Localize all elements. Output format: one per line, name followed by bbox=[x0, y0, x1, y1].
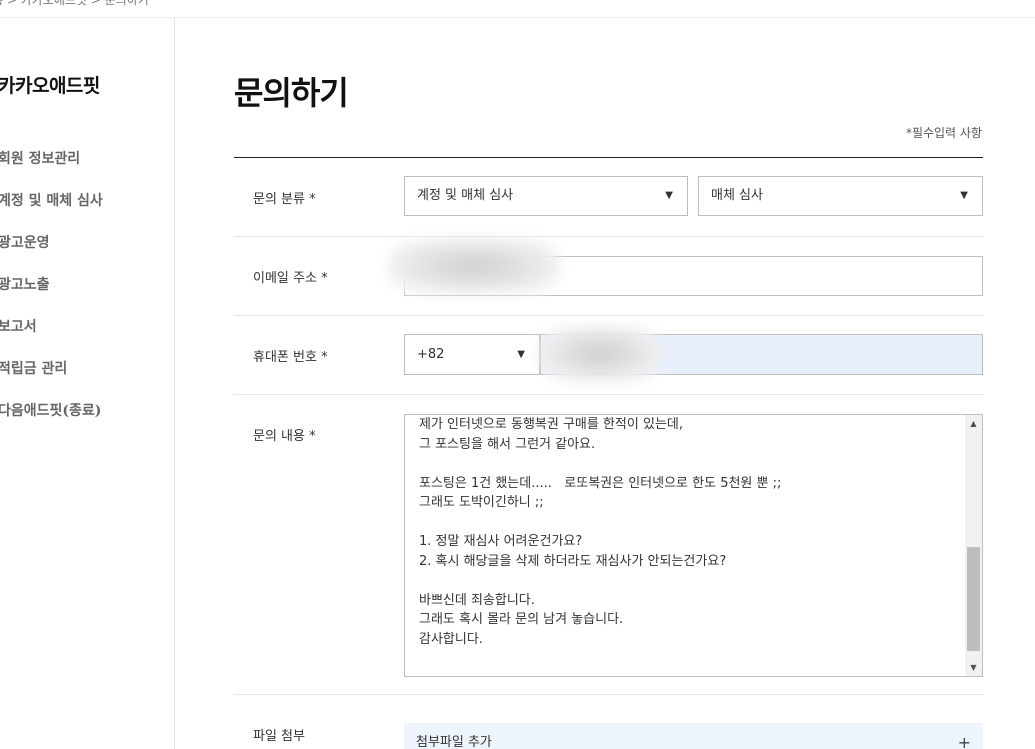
sidebar: 카카오애드핏 회원 정보관리 계정 및 매체 심사 광고운영 광고노출 보고서 … bbox=[0, 18, 175, 749]
category-secondary-value: 매체 심사 bbox=[711, 188, 763, 203]
breadcrumb: 홈 > 카카오애드핏 > 문의하기 bbox=[0, 0, 149, 7]
attachment-label: 파일 첨부 bbox=[253, 729, 305, 744]
row-divider bbox=[234, 394, 983, 395]
top-breadcrumb-bar: 홈 > 카카오애드핏 > 문의하기 bbox=[0, 0, 1035, 18]
sidebar-item-points[interactable]: 적립금 관리 bbox=[0, 358, 103, 400]
country-code-value: +82 bbox=[417, 347, 445, 362]
phone-label: 휴대폰 번호 * bbox=[253, 350, 328, 365]
sidebar-item-ad-operation[interactable]: 광고운영 bbox=[0, 232, 103, 274]
sidebar-item-account-review[interactable]: 계정 및 매체 심사 bbox=[0, 190, 103, 232]
caret-down-icon: ▼ bbox=[665, 190, 673, 201]
inquiry-textarea[interactable]: 제가 인터넷으로 동행복권 구매를 한적이 있는데, 그 포스팅을 해서 그런거… bbox=[404, 414, 983, 677]
triangle-up-icon[interactable]: ▲ bbox=[965, 415, 982, 432]
required-note: *필수입력 사항 bbox=[905, 126, 982, 140]
row-divider bbox=[234, 236, 983, 237]
scrollbar-thumb[interactable] bbox=[967, 547, 980, 651]
category-secondary-select[interactable]: 매체 심사 ▼ bbox=[698, 176, 983, 216]
category-label: 문의 분류 * bbox=[253, 192, 316, 207]
textarea-scrollbar[interactable]: ▲ ▼ bbox=[965, 415, 982, 676]
add-attachment-label: 첨부파일 추가 bbox=[416, 735, 492, 749]
add-attachment-button[interactable]: 첨부파일 추가 + bbox=[404, 723, 983, 749]
sidebar-menu: 회원 정보관리 계정 및 매체 심사 광고운영 광고노출 보고서 적립금 관리 … bbox=[0, 148, 103, 442]
country-code-select[interactable]: +82 ▼ bbox=[404, 334, 540, 375]
sidebar-item-ad-exposure[interactable]: 광고노출 bbox=[0, 274, 103, 316]
redacted-phone-blur bbox=[538, 326, 662, 382]
caret-down-icon: ▼ bbox=[960, 190, 968, 201]
caret-down-icon: ▼ bbox=[517, 349, 525, 360]
category-primary-value: 계정 및 매체 심사 bbox=[417, 188, 514, 203]
row-divider bbox=[234, 315, 983, 316]
row-divider bbox=[234, 694, 983, 695]
redacted-email-blur bbox=[388, 238, 560, 294]
sidebar-item-daum-adfit[interactable]: 다음애드핏(종료) bbox=[0, 400, 103, 442]
form-top-divider bbox=[234, 157, 983, 158]
content-label: 문의 내용 * bbox=[253, 429, 316, 444]
sidebar-title: 카카오애드핏 bbox=[0, 75, 100, 97]
category-primary-select[interactable]: 계정 및 매체 심사 ▼ bbox=[404, 176, 688, 216]
email-label: 이메일 주소 * bbox=[253, 271, 328, 286]
sidebar-item-report[interactable]: 보고서 bbox=[0, 316, 103, 358]
inquiry-text: 제가 인터넷으로 동행복권 구매를 한적이 있는데, 그 포스팅을 해서 그런거… bbox=[419, 417, 782, 647]
page-title: 문의하기 bbox=[234, 74, 349, 112]
sidebar-item-member-info[interactable]: 회원 정보관리 bbox=[0, 148, 103, 190]
triangle-down-icon[interactable]: ▼ bbox=[965, 659, 982, 676]
plus-icon: + bbox=[957, 733, 971, 749]
